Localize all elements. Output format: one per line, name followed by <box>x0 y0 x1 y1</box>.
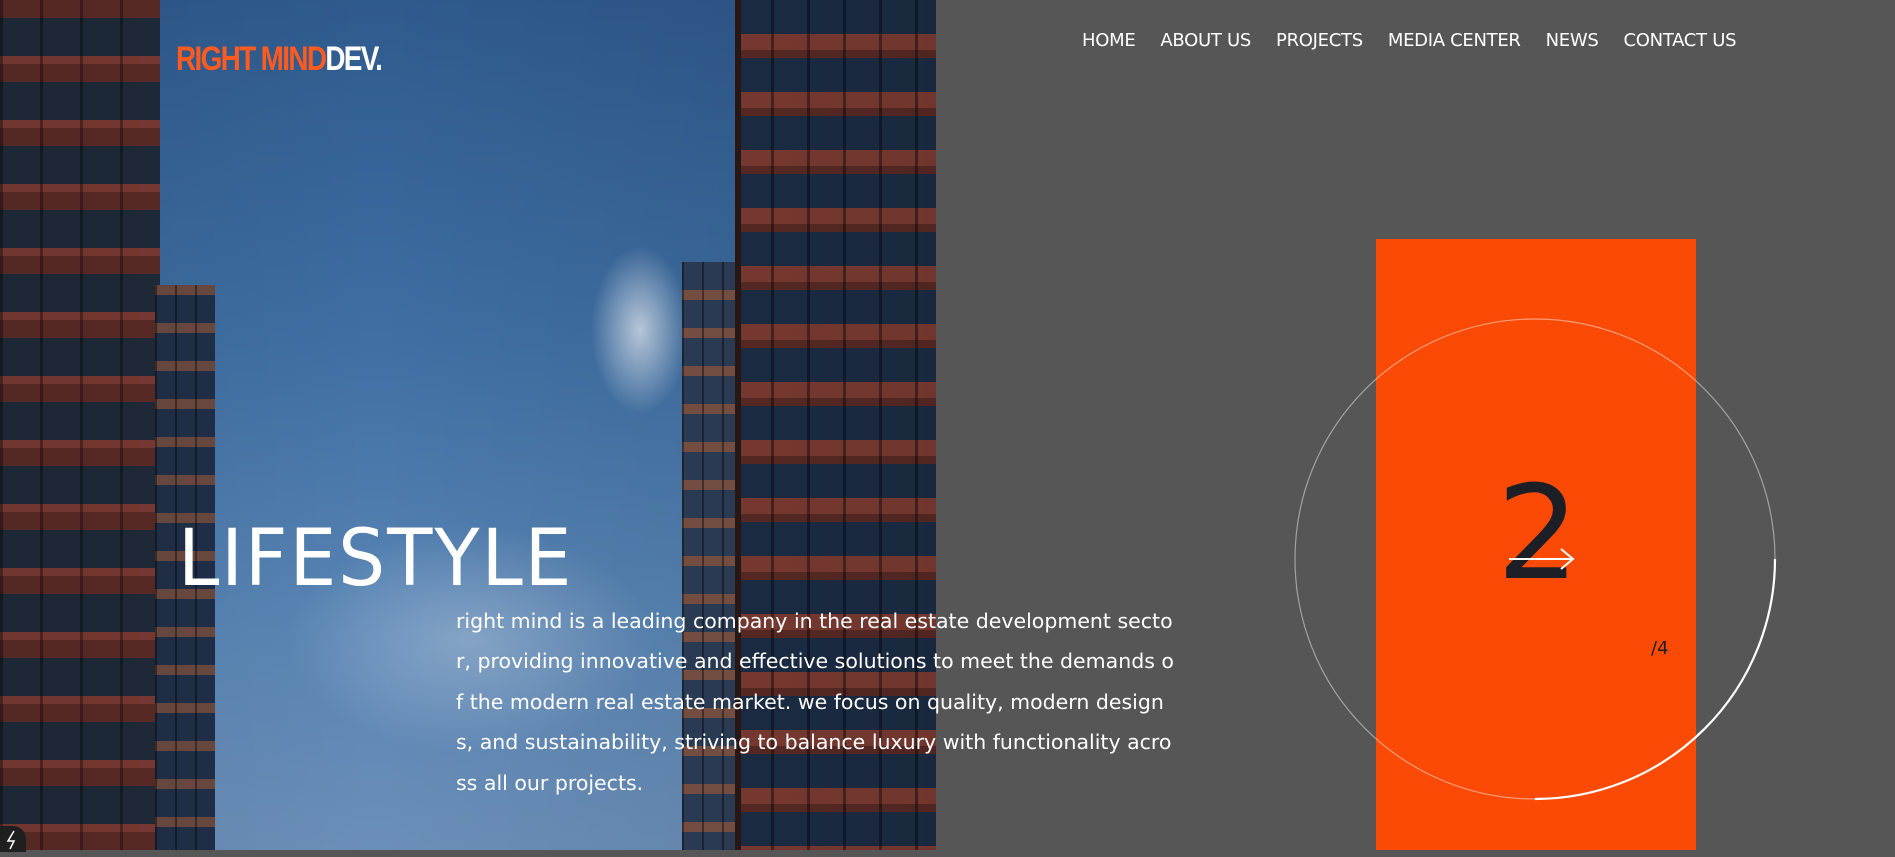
main-navigation: HOME ABOUT US PROJECTS MEDIA CENTER NEWS… <box>1082 30 1737 51</box>
nav-news[interactable]: NEWS <box>1546 30 1599 51</box>
nav-projects[interactable]: PROJECTS <box>1276 30 1363 51</box>
slide-total: /4 <box>1651 638 1669 659</box>
slide-current-number: 2 <box>1496 457 1580 609</box>
nav-about-us[interactable]: ABOUT US <box>1160 30 1251 51</box>
hero-description: right mind is a leading company in the r… <box>456 608 1174 795</box>
nav-media-center[interactable]: MEDIA CENTER <box>1388 30 1521 51</box>
brand-name-part2: DEV. <box>325 40 383 78</box>
nav-contact-us[interactable]: CONTACT US <box>1624 30 1737 51</box>
hero-headline: LIFESTYLE <box>178 514 574 605</box>
bolt-icon[interactable] <box>0 826 26 852</box>
arrow-right-icon[interactable] <box>1507 546 1577 572</box>
brand-name-part1: RIGHT MIND <box>176 40 327 78</box>
brand-logo[interactable]: RIGHT MINDDEV. <box>176 40 383 79</box>
nav-home[interactable]: HOME <box>1082 30 1136 51</box>
